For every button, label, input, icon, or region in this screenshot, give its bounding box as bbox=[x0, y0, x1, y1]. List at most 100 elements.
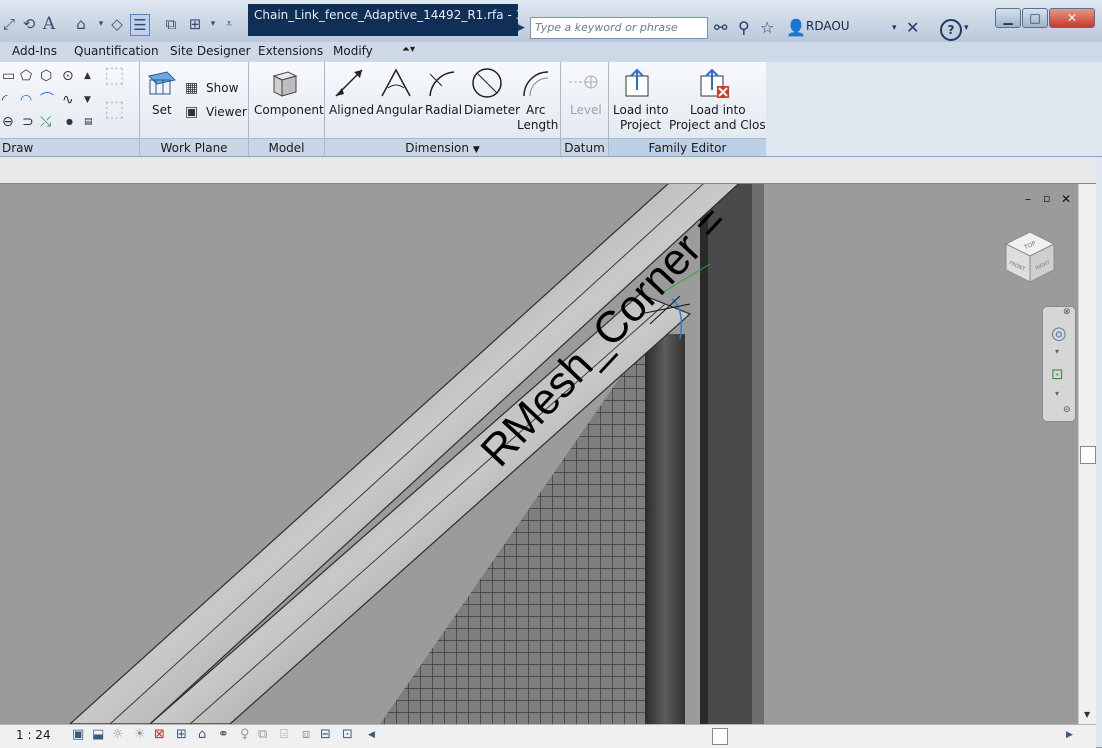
reference-line-icon[interactable]: ⬚ bbox=[104, 99, 125, 121]
shadows-icon[interactable]: ☀ bbox=[134, 727, 146, 742]
chevron-down-icon[interactable]: ▾ bbox=[1055, 347, 1059, 356]
scroll-right-icon[interactable]: ▶ bbox=[1066, 730, 1073, 740]
visual-style-icon[interactable]: ⬓ bbox=[92, 727, 104, 742]
chevron-down-icon[interactable]: ▾ bbox=[1055, 389, 1059, 398]
text-icon[interactable]: A bbox=[40, 14, 58, 34]
default-3d-view-icon[interactable]: ⌂ bbox=[72, 14, 90, 34]
start-end-arc-icon[interactable]: ◠ bbox=[20, 92, 32, 108]
highlight-displacement-icon[interactable]: ⧈ bbox=[302, 727, 310, 742]
load-into-project-line1[interactable]: Load into bbox=[613, 103, 669, 118]
radial-button[interactable]: Radial bbox=[425, 103, 462, 118]
model-line-icon[interactable]: ⬚ bbox=[104, 65, 125, 87]
section-icon[interactable]: ◇ bbox=[108, 14, 126, 34]
navigation-bar: ⊗ ◎ ▾ ⊡ ▾ ⊖ bbox=[1042, 306, 1076, 422]
detail-level-icon[interactable]: ▣ bbox=[72, 727, 84, 742]
vertical-scrollbar[interactable]: ▼ bbox=[1078, 184, 1097, 724]
view-close-icon[interactable]: ✕ bbox=[1061, 192, 1071, 206]
dimension-panel-label[interactable]: Dimension ▼ bbox=[325, 138, 560, 156]
scroll-down-icon[interactable]: ▼ bbox=[1084, 710, 1090, 719]
view-restore-icon[interactable]: ▫ bbox=[1043, 192, 1050, 205]
tab-site-designer[interactable]: Site Designer bbox=[170, 44, 251, 58]
reveal-constraints-icon[interactable]: ⊟ bbox=[320, 727, 331, 742]
help-icon[interactable]: ? bbox=[940, 19, 962, 41]
close-icon[interactable]: ⊗ bbox=[1063, 307, 1071, 317]
nav-options-icon[interactable]: ⊖ bbox=[1063, 405, 1071, 415]
show-crop-region-icon[interactable]: ⊞ bbox=[176, 727, 187, 742]
tangent-arc-icon[interactable]: ⌒ bbox=[40, 92, 54, 108]
temporary-view-properties-icon[interactable]: ⧉ bbox=[258, 727, 267, 742]
crop-view-icon[interactable]: ⊠ bbox=[154, 727, 165, 742]
ribbon-minimize-icon[interactable]: ⏶▾ bbox=[402, 44, 415, 55]
angular-button[interactable]: Angular bbox=[376, 103, 423, 118]
horizontal-scrollbar-thumb[interactable] bbox=[712, 728, 728, 745]
circle-icon[interactable]: ⊙ bbox=[62, 68, 74, 84]
chevron-down-icon[interactable]: ▾ bbox=[964, 17, 969, 39]
diameter-dimension-icon bbox=[472, 68, 502, 98]
viewer-button[interactable]: Viewer bbox=[206, 105, 247, 120]
show-work-plane-icon: ▦ bbox=[185, 80, 199, 96]
tab-quantification[interactable]: Quantification bbox=[74, 44, 159, 58]
analytical-model-icon[interactable]: ⌸ bbox=[280, 727, 288, 742]
lock-3d-view-icon[interactable]: ⌂ bbox=[198, 727, 206, 742]
work-plane-panel-label: Work Plane bbox=[140, 138, 248, 156]
show-button[interactable]: Show bbox=[206, 81, 238, 96]
steering-wheel-icon[interactable]: ◎ bbox=[1051, 323, 1067, 344]
user-icon[interactable]: 👤 bbox=[786, 17, 806, 39]
circumscribed-polygon-icon[interactable]: ⬡ bbox=[40, 68, 52, 84]
component-button[interactable]: Component bbox=[254, 103, 324, 118]
zoom-icon[interactable]: ⊡ bbox=[1051, 365, 1064, 383]
search-input[interactable]: Type a keyword or phrase bbox=[530, 17, 708, 39]
temporary-hide-icon[interactable]: ⚭ bbox=[218, 727, 229, 742]
aligned-button[interactable]: Aligned bbox=[329, 103, 374, 118]
customize-qat-icon[interactable]: ⩡ bbox=[220, 14, 238, 34]
thin-lines-icon[interactable]: ☰ bbox=[130, 14, 150, 36]
scroll-up-icon[interactable]: ▲ bbox=[84, 68, 91, 84]
polygon-icon[interactable]: ⬠ bbox=[20, 68, 32, 84]
level-icon bbox=[569, 75, 598, 89]
close-hidden-windows-icon[interactable]: ⧉ bbox=[162, 14, 180, 34]
view-minimize-icon[interactable]: – bbox=[1025, 192, 1031, 206]
load-into-project-and-close-line1[interactable]: Load into bbox=[690, 103, 746, 118]
worksharing-display-icon[interactable]: ⊡ bbox=[342, 727, 353, 742]
spline-icon[interactable]: ∿ bbox=[62, 92, 74, 108]
user-name[interactable]: RDAOU bbox=[806, 19, 850, 33]
dimension-icon[interactable]: ⟲ bbox=[20, 14, 38, 34]
pick-lines-icon[interactable]: ⤯ bbox=[40, 114, 51, 130]
exchange-apps-icon[interactable]: ✕ bbox=[906, 17, 919, 39]
3d-viewport[interactable]: RMesh_Corner = – ▫ ✕ TOP FRONT RIGHT ⊗ ◎… bbox=[0, 184, 1078, 724]
view-scale[interactable]: 1 : 24 bbox=[16, 728, 51, 742]
binoculars-icon[interactable]: ⚯ bbox=[714, 17, 727, 39]
reveal-hidden-icon[interactable]: ♀ bbox=[240, 727, 250, 742]
close-button[interactable]: ✕ bbox=[1049, 8, 1095, 28]
point-icon[interactable]: ● bbox=[66, 114, 73, 130]
measure-icon[interactable]: ⤢ bbox=[0, 14, 18, 34]
switch-windows-icon[interactable]: ⊞ bbox=[186, 14, 204, 34]
chevron-down-icon[interactable]: ▾ bbox=[892, 17, 897, 39]
scroll-down-icon[interactable]: ▼ bbox=[84, 92, 91, 108]
subscription-center-icon[interactable]: ⚲ bbox=[738, 17, 750, 39]
favorites-star-icon[interactable]: ☆ bbox=[760, 17, 774, 39]
sun-path-icon[interactable]: ☼ bbox=[112, 727, 124, 742]
arc-length-button-line1[interactable]: Arc bbox=[526, 103, 545, 118]
rectangle-icon[interactable]: ▭ bbox=[2, 68, 15, 84]
scrollbar-thumb[interactable] bbox=[1080, 446, 1096, 464]
expand-gallery-icon[interactable]: ▤ bbox=[84, 114, 93, 130]
expand-search-icon[interactable]: ▶ bbox=[518, 17, 525, 39]
viewcube[interactable]: TOP FRONT RIGHT bbox=[1000, 224, 1062, 288]
tab-extensions[interactable]: Extensions bbox=[258, 44, 323, 58]
draw-panel-label[interactable]: Draw bbox=[0, 138, 139, 156]
load-into-project-line2[interactable]: Project bbox=[620, 118, 661, 133]
minimize-button[interactable]: ▁ bbox=[995, 8, 1021, 28]
diameter-button[interactable]: Diameter bbox=[464, 103, 520, 118]
ellipse-icon[interactable]: ⊖ bbox=[2, 114, 14, 130]
level-button[interactable]: Level bbox=[570, 103, 602, 118]
tab-modify[interactable]: Modify bbox=[333, 44, 373, 58]
maximize-button[interactable]: □ bbox=[1022, 8, 1048, 28]
arc-length-button-line2[interactable]: Length bbox=[517, 118, 558, 133]
partial-ellipse-icon[interactable]: ⊃ bbox=[22, 114, 34, 130]
scroll-left-icon[interactable]: ◀ bbox=[368, 730, 375, 740]
arc-icon[interactable]: ◜ bbox=[2, 92, 7, 108]
tab-add-ins[interactable]: Add-Ins bbox=[12, 44, 57, 58]
load-into-project-and-close-line2[interactable]: Project and Close bbox=[669, 118, 773, 133]
set-button[interactable]: Set bbox=[152, 103, 172, 118]
